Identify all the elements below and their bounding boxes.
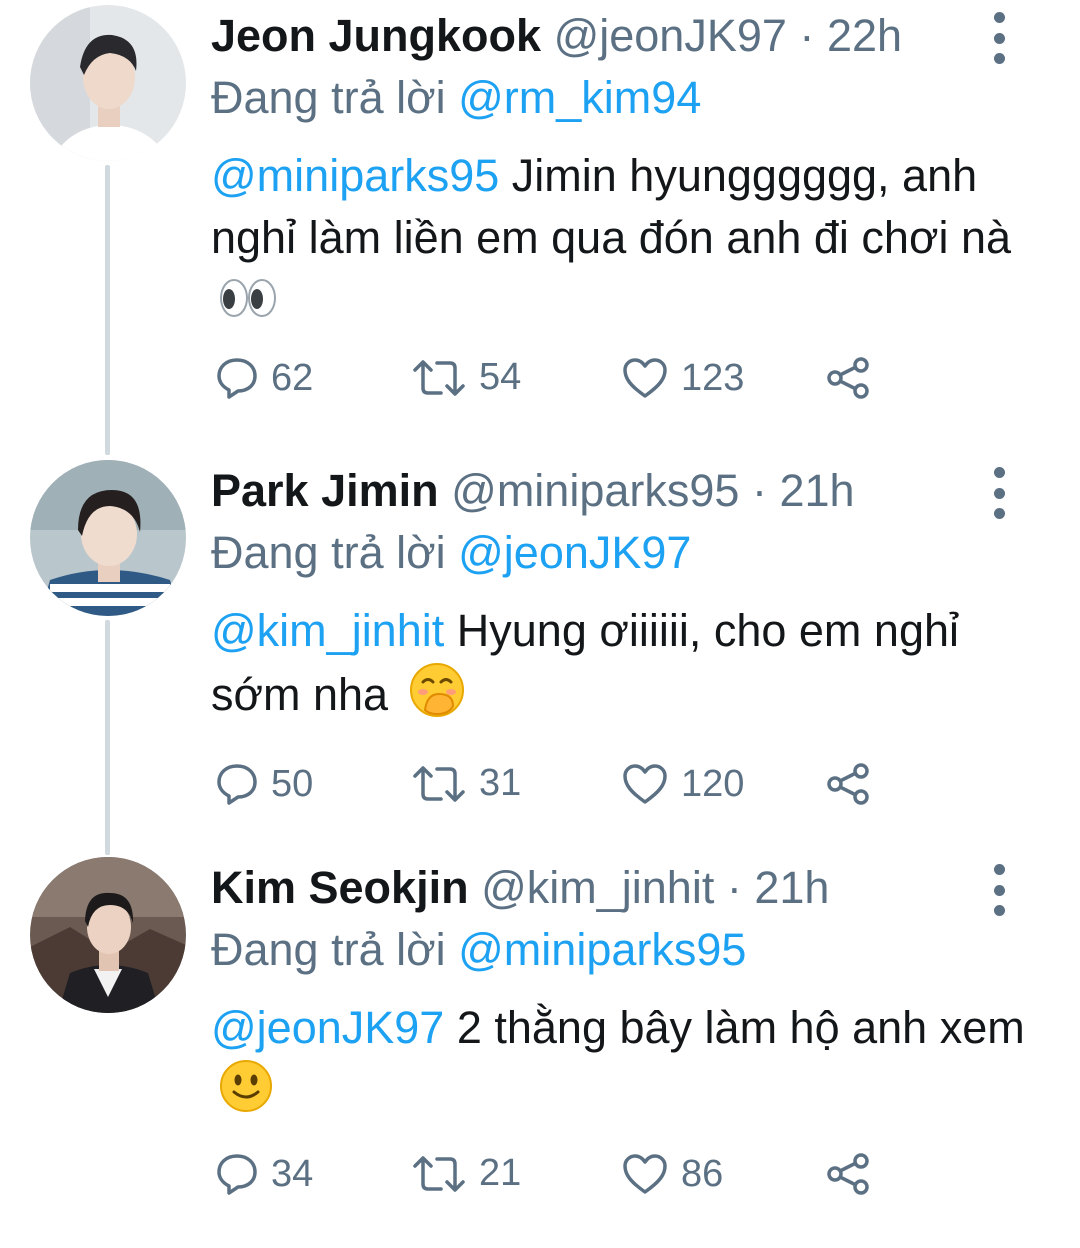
display-name[interactable]: Kim Seokjin [211,862,469,913]
retweet-count: 31 [479,762,522,804]
tweet-header: Jeon Jungkook @jeonJK97 · 22h [211,10,902,62]
like-icon [623,358,667,398]
reply-count: 62 [271,356,314,399]
tweet[interactable]: Kim Seokjin @kim_jinhit · 21h Đang trả l… [0,852,1080,1248]
replying-to: Đang trả lời @miniparks95 [211,924,746,976]
share-icon [827,1153,869,1195]
reply-icon [217,1154,257,1195]
reply-icon [217,764,257,805]
more-icon[interactable] [985,864,1013,916]
timestamp[interactable]: 21h [779,465,854,516]
like-button[interactable]: 123 [621,356,744,400]
replying-to: Đang trả lời @jeonJK97 [211,527,691,579]
reply-button[interactable]: 34 [215,1152,313,1196]
like-count: 86 [681,1152,724,1195]
reply-button[interactable]: 50 [215,762,313,806]
like-button[interactable]: 120 [621,762,744,806]
retweet-icon [413,765,465,802]
tweet-text: @kim_jinhit Hyung ơiiiiii, cho em nghỉ s… [211,600,1031,734]
separator-dot: · [726,862,742,913]
avatar[interactable] [30,857,186,1013]
replying-to-handle[interactable]: @jeonJK97 [458,527,691,578]
separator-dot: · [799,10,815,61]
tweet-text: @jeonJK97 2 thằng bây làm hộ anh xem [211,997,1031,1129]
reply-count: 50 [271,762,314,805]
like-count: 120 [681,762,745,805]
tweet-actions: 50 31 120 [215,762,895,822]
separator-dot: · [751,465,767,516]
more-icon[interactable] [985,12,1013,64]
eyes-emoji [219,272,277,334]
replying-to: Đang trả lời @rm_kim94 [211,72,701,124]
tweet[interactable]: Park Jimin @miniparks95 · 21h Đang trả l… [0,455,1080,855]
user-handle[interactable]: @kim_jinhit [481,862,714,913]
user-handle[interactable]: @miniparks95 [451,465,739,516]
reply-count: 34 [271,1152,314,1195]
thread-line [105,620,110,855]
reply-icon [217,358,257,399]
retweet-button[interactable]: 21 [411,1152,521,1195]
like-icon [623,764,667,804]
mention-link[interactable]: @jeonJK97 [211,1002,444,1053]
share-icon [827,763,869,805]
mention-link[interactable]: @kim_jinhit [211,605,444,656]
timestamp[interactable]: 21h [754,862,829,913]
replying-prefix: Đang trả lời [211,527,446,578]
retweet-button[interactable]: 54 [411,356,521,399]
tweet[interactable]: Jeon Jungkook @jeonJK97 · 22h Đang trả l… [0,0,1080,455]
replying-to-handle[interactable]: @miniparks95 [458,924,746,975]
retweet-icon [413,359,465,396]
share-icon [827,357,869,399]
thread-line [105,165,110,455]
timestamp[interactable]: 22h [827,10,902,61]
display-name[interactable]: Jeon Jungkook [211,10,541,61]
avatar[interactable] [30,460,186,616]
retweet-icon [413,1155,465,1192]
hand-over-mouth-emoji [409,662,465,734]
replying-prefix: Đang trả lời [211,72,446,123]
tweet-body-text: 2 thằng bây làm hộ anh xem [456,1002,1025,1053]
replying-prefix: Đang trả lời [211,924,446,975]
like-button[interactable]: 86 [621,1152,723,1196]
tweet-text: @miniparks95 Jimin hyungggggg, anh nghỉ … [211,145,1031,334]
replying-to-handle[interactable]: @rm_kim94 [458,72,701,123]
avatar[interactable] [30,5,186,161]
share-button[interactable] [825,356,873,400]
share-button[interactable] [825,762,873,806]
more-icon[interactable] [985,467,1013,519]
tweet-actions: 34 21 86 [215,1152,895,1212]
display-name[interactable]: Park Jimin [211,465,439,516]
retweet-count: 21 [479,1152,522,1194]
tweet-header: Kim Seokjin @kim_jinhit · 21h [211,862,829,914]
share-button[interactable] [825,1152,873,1196]
like-icon [623,1154,667,1194]
user-handle[interactable]: @jeonJK97 [554,10,787,61]
tweet-actions: 62 54 123 [215,356,895,416]
tweet-header: Park Jimin @miniparks95 · 21h [211,465,855,517]
retweet-count: 54 [479,356,522,398]
like-count: 123 [681,356,745,399]
slightly-smiling-emoji [219,1059,273,1129]
retweet-button[interactable]: 31 [411,762,521,805]
mention-link[interactable]: @miniparks95 [211,150,499,201]
reply-button[interactable]: 62 [215,356,313,400]
